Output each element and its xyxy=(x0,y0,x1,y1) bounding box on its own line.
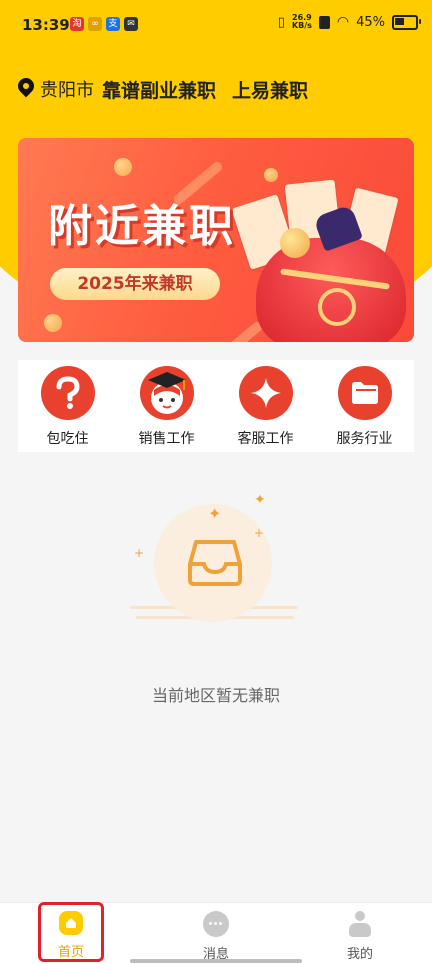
notification-icon: ∞ xyxy=(88,17,102,31)
sim-icon xyxy=(318,15,330,29)
coin-bag-decoration xyxy=(280,228,310,258)
city-label[interactable]: 贵阳市 xyxy=(40,76,94,102)
coin-decoration xyxy=(264,168,278,182)
empty-state-text: 当前地区暂无兼职 xyxy=(151,686,280,705)
home-tab-highlight xyxy=(38,902,104,962)
empty-illustration: ✦ ✦ + + xyxy=(130,490,305,640)
category-item-sales[interactable]: 销售工作 xyxy=(117,360,216,452)
banner-decoration xyxy=(211,319,265,342)
net-speed-unit: KB/s xyxy=(291,21,312,30)
inbox-icon xyxy=(188,538,242,590)
tab-profile[interactable]: 我的 xyxy=(320,911,400,962)
graduate-icon xyxy=(139,366,194,420)
net-speed: 26.9 KB/s xyxy=(292,14,312,30)
status-right: ▯ 26.9 KB/s ◠ 45% xyxy=(277,14,421,30)
app-screen: 13:39 淘 ∞ 支 ✉ ▯ 26.9 KB/s ◠ 45% 贵阳市 靠谱副业… xyxy=(0,0,432,964)
bag-knot xyxy=(318,288,356,326)
category-label: 销售工作 xyxy=(138,431,195,447)
banner-pill: 2025年来兼职 xyxy=(50,268,220,300)
wifi-icon: ◠ xyxy=(336,14,350,30)
profile-icon xyxy=(347,911,373,937)
location-pin-icon xyxy=(18,78,34,100)
notification-icon: 支 xyxy=(106,17,120,31)
promo-banner[interactable]: 附近兼职 2025年来兼职 xyxy=(18,138,414,342)
notification-icon: ✉ xyxy=(124,17,138,31)
coin-decoration xyxy=(44,314,62,332)
sparkle-icon: ✦ xyxy=(254,492,266,508)
banner-title: 附近兼职 xyxy=(48,201,236,252)
tab-messages[interactable]: 消息 xyxy=(176,911,256,962)
category-label: 服务行业 xyxy=(336,431,393,447)
tab-label: 我的 xyxy=(346,947,373,962)
notification-icon: 淘 xyxy=(70,17,84,31)
question-icon xyxy=(40,366,95,420)
category-label: 客服工作 xyxy=(237,431,294,447)
location-row[interactable]: 贵阳市 靠谱副业兼职 上易兼职 xyxy=(18,72,308,106)
category-label: 包吃住 xyxy=(46,431,89,447)
vibrate-icon: ▯ xyxy=(277,14,285,30)
status-time: 13:39 xyxy=(22,16,70,34)
battery-percent: 45% xyxy=(356,14,385,30)
sparkle-icon xyxy=(238,366,293,420)
status-bar: 13:39 淘 ∞ 支 ✉ ▯ 26.9 KB/s ◠ 45% xyxy=(0,0,432,50)
gesture-bar xyxy=(130,959,302,963)
app-slogan: 上易兼职 xyxy=(232,79,309,102)
sparkle-icon: ✦ xyxy=(208,504,222,523)
sparkle-icon: + xyxy=(254,526,265,540)
message-icon xyxy=(203,911,229,937)
folder-icon xyxy=(337,366,392,420)
category-item-customer-service[interactable]: 客服工作 xyxy=(216,360,315,452)
category-item-food-lodging[interactable]: 包吃住 xyxy=(18,360,117,452)
battery-icon xyxy=(392,14,421,30)
coin-decoration xyxy=(114,158,132,176)
category-item-service-industry[interactable]: 服务行业 xyxy=(315,360,414,452)
category-grid: 包吃住 销售工作 客服工作 服务行业 xyxy=(18,360,414,452)
app-name: 靠谱副业兼职 xyxy=(102,79,217,102)
sparkle-icon: + xyxy=(134,546,145,560)
